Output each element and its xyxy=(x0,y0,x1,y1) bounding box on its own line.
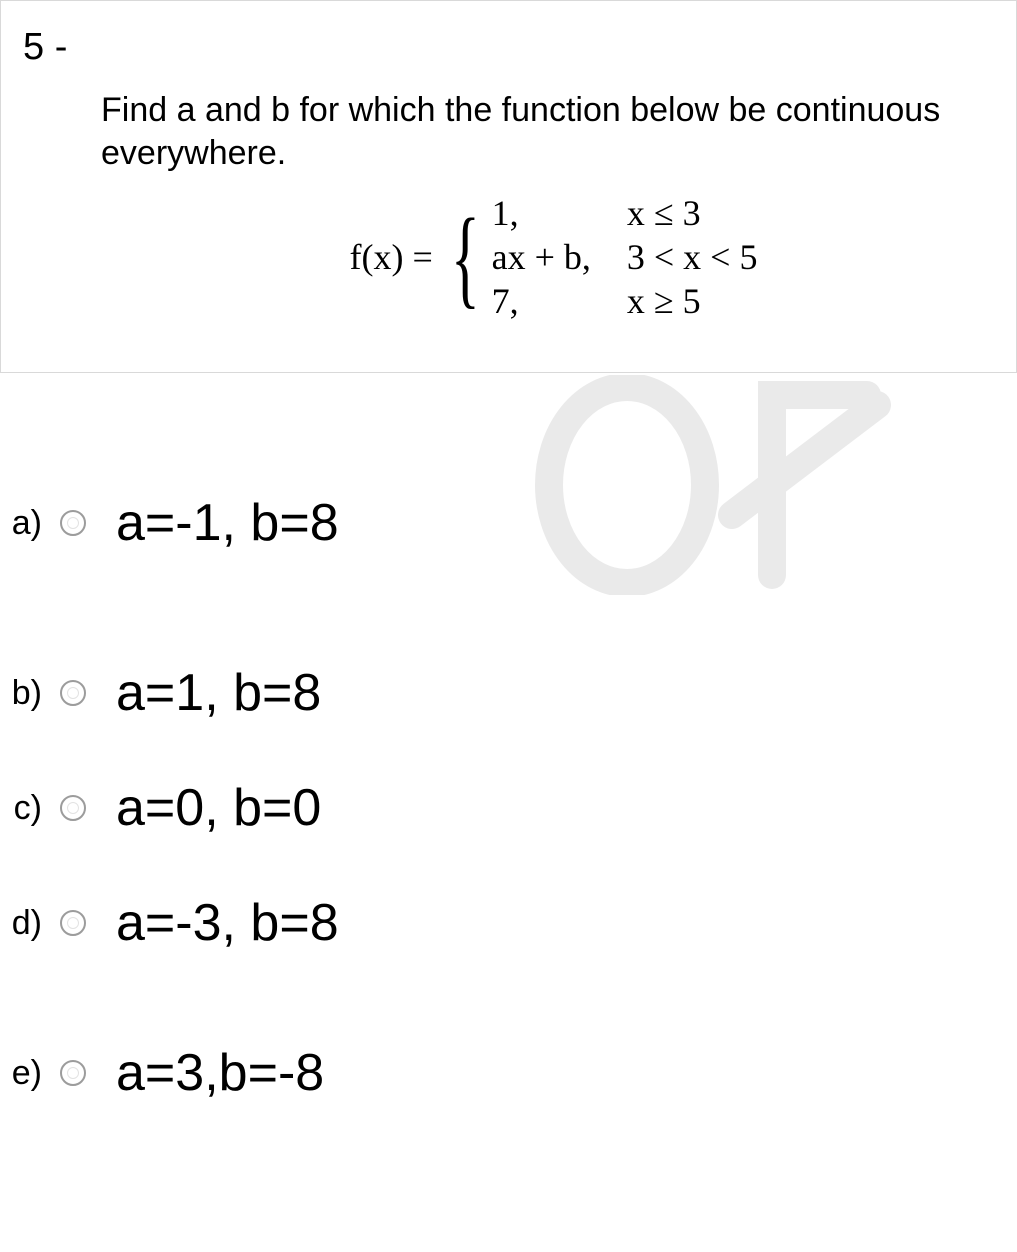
choice-letter: a) xyxy=(0,504,42,543)
question-prompt: Find a and b for which the function belo… xyxy=(101,89,1006,174)
choice-e: e) a=3,b=-8 xyxy=(0,1043,1017,1103)
choice-letter: e) xyxy=(0,1054,42,1093)
choice-letter: d) xyxy=(0,904,42,943)
question-box: 5 - Find a and b for which the function … xyxy=(0,0,1017,373)
choice-text: a=-1, b=8 xyxy=(104,493,339,553)
piece-cond: 3 < x < 5 xyxy=(627,236,758,278)
choice-radio-c[interactable] xyxy=(60,795,86,821)
choice-a: a) a=-1, b=8 xyxy=(0,493,1017,553)
piece-expr: 7, xyxy=(492,280,591,322)
choice-text: a=1, b=8 xyxy=(104,663,321,723)
choice-text: a=0, b=0 xyxy=(104,778,321,838)
piece-expr: ax + b, xyxy=(492,236,591,278)
piece-cond: x ≥ 5 xyxy=(627,280,758,322)
choice-letter: b) xyxy=(0,674,42,713)
left-brace: { xyxy=(451,208,480,307)
piecewise-function: f(x) = { 1, x ≤ 3 ax + b, 3 < x < 5 7, x… xyxy=(101,192,1006,322)
choice-radio-b[interactable] xyxy=(60,680,86,706)
choice-text: a=3,b=-8 xyxy=(104,1043,324,1103)
choice-radio-d[interactable] xyxy=(60,910,86,936)
piece-expr: 1, xyxy=(492,192,591,234)
choice-c: c) a=0, b=0 xyxy=(0,778,1017,838)
choice-radio-e[interactable] xyxy=(60,1060,86,1086)
function-label: f(x) = xyxy=(350,236,433,278)
choice-text: a=-3, b=8 xyxy=(104,893,339,953)
question-number: 5 - xyxy=(1,26,1016,69)
question-page: 5 - Find a and b for which the function … xyxy=(0,0,1017,1252)
answer-list: a) a=-1, b=8 b) a=1, b=8 c) a=0, b=0 d) … xyxy=(0,373,1017,1103)
choice-radio-a[interactable] xyxy=(60,510,86,536)
question-body: Find a and b for which the function belo… xyxy=(1,69,1016,322)
choice-b: b) a=1, b=8 xyxy=(0,663,1017,723)
piece-cond: x ≤ 3 xyxy=(627,192,758,234)
choice-d: d) a=-3, b=8 xyxy=(0,893,1017,953)
piecewise-grid: 1, x ≤ 3 ax + b, 3 < x < 5 7, x ≥ 5 xyxy=(492,192,758,322)
choice-letter: c) xyxy=(0,789,42,828)
